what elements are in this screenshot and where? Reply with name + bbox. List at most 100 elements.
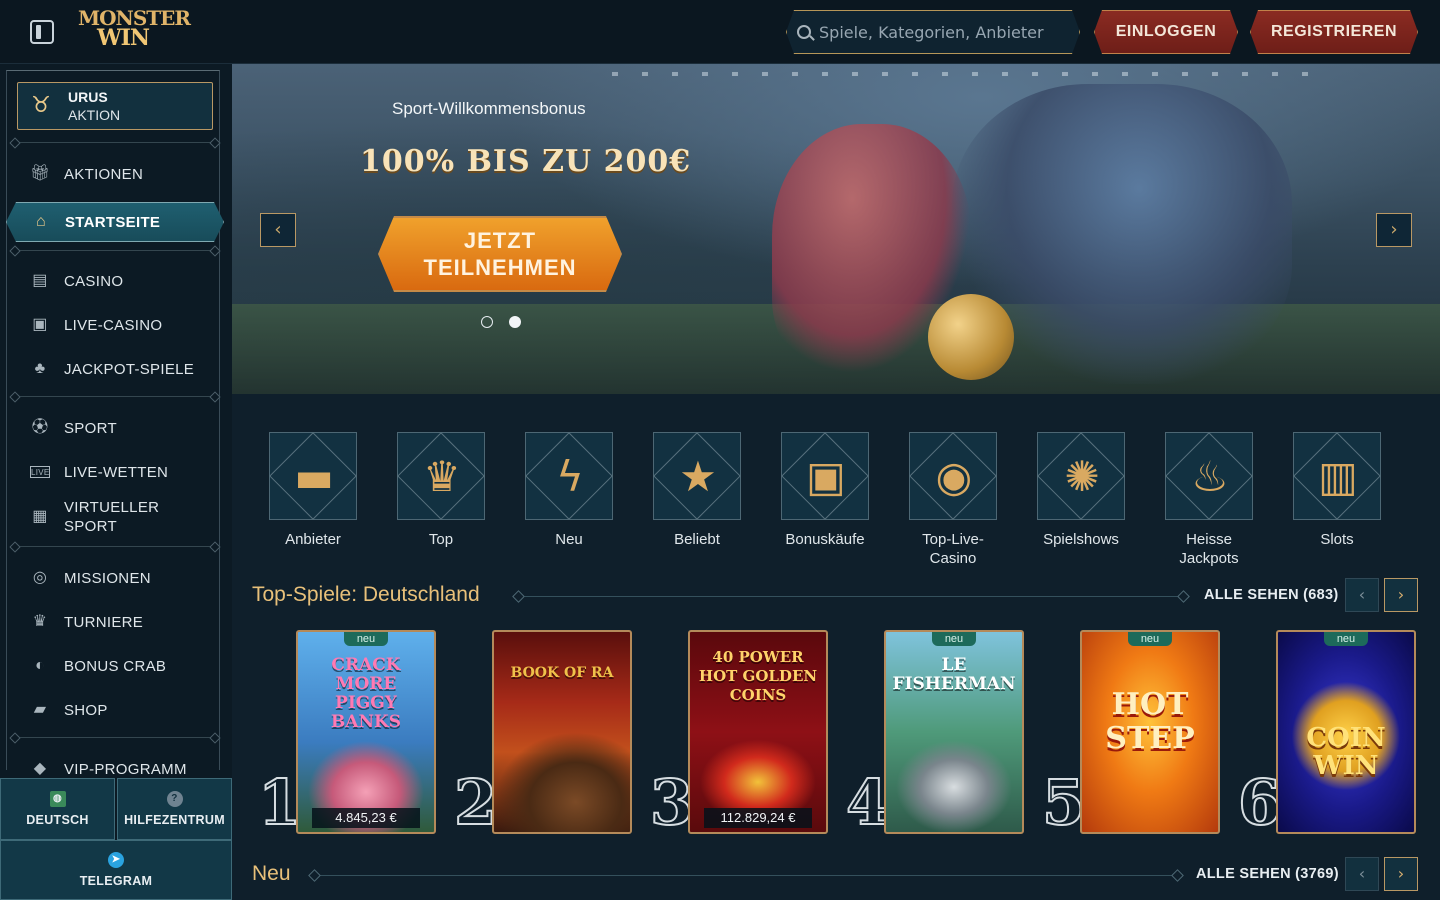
sidebar-item-label: AKTIONEN [64,165,144,183]
category-beliebt[interactable]: ★ Beliebt [637,432,757,582]
mission-icon: ◎ [32,569,48,586]
game-card-3[interactable]: 3 40 POWER HOT GOLDEN COINS 112.829,24 € [649,628,830,838]
category-spielshows[interactable]: ✺ Spielshows [1021,432,1141,582]
search-box[interactable] [786,10,1080,54]
stadium-lights [612,72,1312,76]
new-games-see-all-link[interactable]: ALLE SEHEN (3769) [1196,866,1339,882]
game-art [494,732,630,832]
new-games-next-arrow-icon[interactable]: › [1384,857,1418,891]
urus-promo-title: URUS [68,89,108,105]
sidebar-item-label: SHOP [64,701,108,719]
sidebar-item-missionen[interactable]: ◎ MISSIONEN [30,566,151,590]
crown-icon: ♛ [423,452,461,501]
section-divider-line [518,596,1184,597]
banner-prev-arrow-icon[interactable]: ‹ [260,213,296,247]
sidebar-item-virtueller-sport[interactable]: ▦ VIRTUELLER SPORT [30,497,174,537]
banner-next-arrow-icon[interactable]: › [1376,213,1412,247]
game-thumbnail[interactable]: 40 POWER HOT GOLDEN COINS 112.829,24 € [688,630,828,834]
sidebar-item-jackpot-spiele[interactable]: ♣ JACKPOT-SPIELE [30,357,194,381]
sidebar-item-bonus-crab[interactable]: ◐ BONUS CRAB [30,654,166,678]
category-label: Top [428,531,454,548]
sidebar-item-aktionen[interactable]: 🎁︎ AKTIONEN [30,162,143,186]
help-center-label: HILFEZENTRUM [124,813,225,827]
book-icon: ▬ [294,452,334,501]
sidebar-item-label: LIVE-CASINO [64,316,163,334]
register-button[interactable]: REGISTRIEREN [1250,10,1418,54]
category-label: Neu [555,531,583,548]
join-now-button[interactable]: JETZT TEILNEHMEN [378,216,622,292]
category-heisse-jackpots[interactable]: ♨ Heisse Jackpots [1149,432,1269,582]
hero-banner[interactable]: Sport-Willkommensbonus 100% BIS ZU 200€ … [232,64,1440,394]
star-icon: ★ [679,452,717,501]
flame-icon: ♨ [1191,452,1229,501]
sidebar-item-label: CASINO [64,272,124,290]
game-card-2[interactable]: 2 BOOK OF RA [453,628,634,838]
game-rank: 4 [845,766,890,839]
new-games-title: Neu [252,862,291,885]
login-button[interactable]: EINLOGGEN [1094,10,1238,54]
banner-subtitle: Sport-Willkommensbonus [392,99,586,118]
sidebar-item-startseite[interactable]: ⌂ STARTSEITE [6,202,224,242]
game-card-5[interactable]: 5 neu HOT STEP [1041,628,1222,838]
game-card-6[interactable]: 6 neu COIN WIN [1237,628,1418,838]
language-label: DEUTSCH [26,813,89,827]
telegram-icon: ➤ [108,852,124,868]
main-content: Sport-Willkommensbonus 100% BIS ZU 200€ … [232,64,1440,900]
game-rank: 3 [649,766,694,839]
urus-promo-button[interactable]: ♉ URUS AKTION [17,82,213,130]
diamond-icon: ◆ [33,760,47,777]
game-thumbnail[interactable]: BOOK OF RA [492,630,632,834]
search-input[interactable] [819,17,1069,47]
game-rank: 1 [257,766,302,839]
category-anbieter[interactable]: ▬ Anbieter [253,432,373,582]
carousel-dot-2[interactable] [509,316,521,328]
category-slots[interactable]: ▥ Slots [1277,432,1397,582]
sidebar-item-live-wetten[interactable]: LIVE LIVE-WETTEN [30,460,168,484]
banner-title: 100% BIS ZU 200€ [360,144,692,179]
category-label: Slots [1320,531,1354,548]
sidebar: ♉ URUS AKTION 🎁︎ AKTIONEN ⌂ STARTSEITE ▤… [0,64,232,900]
sidebar-item-label: VIRTUELLER SPORT [64,499,160,535]
telegram-button[interactable]: ➤ TELEGRAM [0,840,232,900]
category-tile: ▥ [1293,432,1381,520]
banner-ball [928,294,1014,380]
sidebar-item-label: VIP-PROGRAMM [64,760,187,778]
category-tile: ★ [653,432,741,520]
category-bonuskaeufe[interactable]: ▣ Bonuskäufe [765,432,885,582]
game-rank: 6 [1237,766,1282,839]
sidebar-item-casino[interactable]: ▤ CASINO [30,269,123,293]
sidebar-item-label: JACKPOT-SPIELE [64,360,195,378]
slot-machine-icon: ▤ [32,272,48,289]
game-thumbnail[interactable]: neu COIN WIN [1276,630,1416,834]
top-games-see-all-link[interactable]: ALLE SEHEN (683) [1204,587,1339,603]
clover-icon: ♣ [34,360,46,377]
top-header: MONSTER WIN EINLOGGEN REGISTRIEREN [0,0,1440,64]
category-neu[interactable]: ϟ Neu [509,432,629,582]
game-card-4[interactable]: 4 neu LE FISHERMAN [845,628,1026,838]
new-games-prev-arrow-icon[interactable]: ‹ [1345,857,1379,891]
sidebar-divider [14,142,216,143]
top-games-prev-arrow-icon[interactable]: ‹ [1345,578,1379,612]
crab-icon: ◐ [35,657,45,674]
carousel-dot-1[interactable] [481,316,493,328]
jackpot-amount: 4.845,23 € [312,808,420,828]
sidebar-item-live-casino[interactable]: ▣ LIVE-CASINO [30,313,162,337]
game-thumbnail[interactable]: neu HOT STEP [1080,630,1220,834]
sidebar-item-label: TURNIERE [64,613,144,631]
sidebar-toggle-icon[interactable] [30,20,54,44]
sidebar-divider [14,737,216,738]
sidebar-item-shop[interactable]: ▰ SHOP [30,698,108,722]
sidebar-item-sport[interactable]: ⚽︎ SPORT [30,416,117,440]
game-thumbnail[interactable]: neu CRACK MORE PIGGY BANKS 4.845,23 € [296,630,436,834]
brand-logo[interactable]: MONSTER WIN [78,8,191,56]
game-thumbnail[interactable]: neu LE FISHERMAN [884,630,1024,834]
home-icon: ⌂ [36,213,46,230]
game-card-1[interactable]: 1 neu CRACK MORE PIGGY BANKS 4.845,23 € [257,628,438,838]
help-center-button[interactable]: ? HILFEZENTRUM [117,778,232,840]
top-games-next-arrow-icon[interactable]: › [1384,578,1418,612]
gift-icon: 🎁︎ [30,165,51,182]
category-top[interactable]: ♛ Top [381,432,501,582]
category-top-live-casino[interactable]: ◉ Top-Live-Casino [893,432,1013,582]
language-button[interactable]: ◍ DEUTSCH [0,778,115,840]
sidebar-item-turniere[interactable]: ♛ TURNIERE [30,610,143,634]
